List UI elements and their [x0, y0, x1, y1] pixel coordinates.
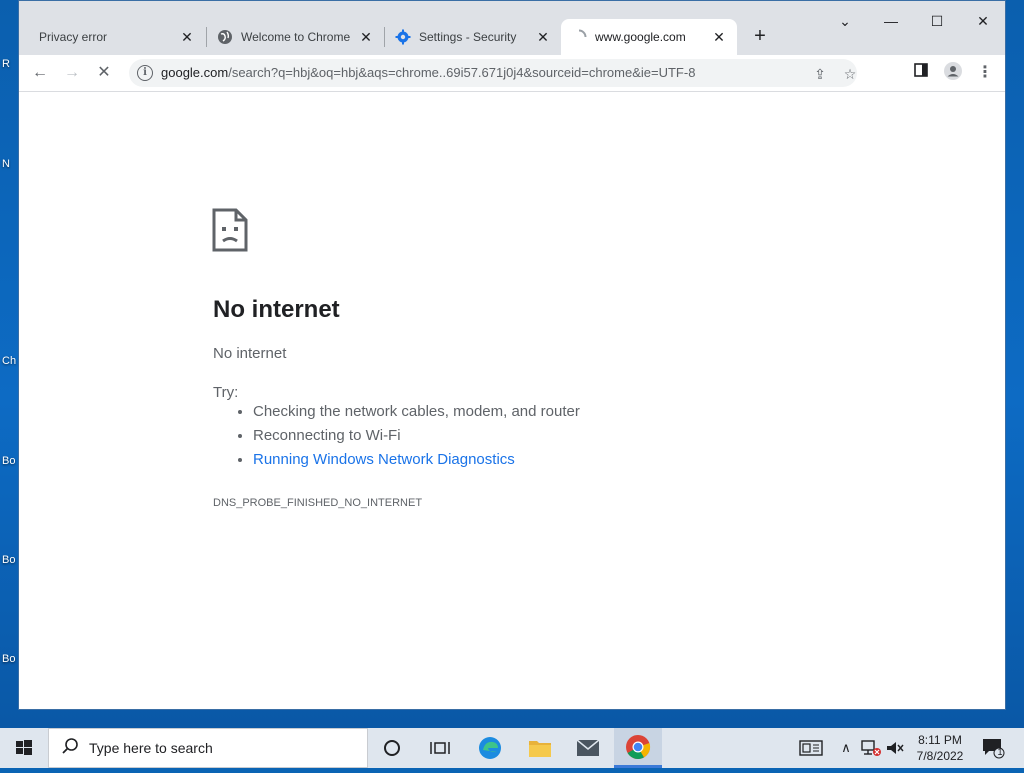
sad-document-icon	[212, 208, 248, 257]
tab-title: Privacy error	[39, 30, 108, 44]
address-bar[interactable]: i google.com/search?q=hbj&oq=hbj&aqs=chr…	[129, 59, 857, 87]
browser-toolbar: ← → ✕ i google.com/search?q=hbj&oq=hbj&a…	[19, 55, 1005, 92]
new-tab-button[interactable]: +	[750, 26, 770, 46]
try-label: Try:	[213, 384, 239, 401]
suggestion-list: Checking the network cables, modem, and …	[213, 400, 580, 472]
close-window-icon[interactable]: ✕	[968, 13, 998, 37]
share-icon[interactable]: ⇪	[811, 65, 829, 83]
error-subtitle: No internet	[213, 345, 287, 362]
windows-start-icon[interactable]	[0, 728, 48, 768]
network-disconnected-icon[interactable]	[858, 728, 884, 768]
forward-arrow-icon[interactable]: →	[60, 61, 84, 85]
chrome-globe-icon	[217, 29, 233, 45]
desktop-icon-label[interactable]: R	[2, 58, 10, 70]
notification-count-badge: 1	[997, 747, 1003, 757]
url-host: google.com	[161, 65, 229, 80]
taskbar-clock[interactable]: 8:11 PM 7/8/2022	[910, 732, 970, 764]
menu-kebab-icon[interactable]: ⋮	[973, 61, 997, 85]
taskbar-search[interactable]: Type here to search	[48, 728, 368, 768]
clock-date: 7/8/2022	[916, 749, 964, 763]
tab-title: Welcome to Chrome	[241, 30, 351, 44]
desktop-icon-label[interactable]: Bo	[2, 554, 15, 566]
close-icon[interactable]: ✕	[358, 29, 374, 45]
back-arrow-icon[interactable]: ←	[28, 61, 52, 85]
tab-title: Settings - Security	[419, 30, 517, 44]
side-panel-icon[interactable]	[909, 61, 933, 85]
bookmark-star-icon[interactable]: ☆	[841, 65, 859, 83]
profile-avatar-icon[interactable]	[941, 61, 965, 85]
tab-privacy-error[interactable]: Privacy error ✕	[19, 19, 205, 55]
tab-search-icon[interactable]: ⌄	[830, 13, 860, 37]
url-text[interactable]: google.com/search?q=hbj&oq=hbj&aqs=chrom…	[161, 65, 695, 80]
volume-muted-icon[interactable]	[884, 728, 906, 768]
maximize-icon[interactable]: ☐	[922, 13, 952, 37]
error-code: DNS_PROBE_FINISHED_NO_INTERNET	[213, 497, 423, 509]
clock-time: 8:11 PM	[918, 733, 962, 747]
chrome-window: Privacy error ✕ Welcome to Chrome ✕ Sett…	[18, 0, 1006, 710]
taskbar: Type here to search ∧ 8:11 PM 7/8/2022 1	[0, 728, 1024, 768]
desktop-icon-label[interactable]: Ch	[2, 355, 16, 367]
tab-strip: Privacy error ✕ Welcome to Chrome ✕ Sett…	[19, 1, 1005, 55]
close-icon[interactable]: ✕	[179, 29, 195, 45]
close-icon[interactable]: ✕	[535, 29, 551, 45]
site-info-icon[interactable]: i	[137, 65, 153, 81]
error-page: No internet No internet Try: Checking th…	[19, 92, 1005, 709]
tab-welcome-to-chrome[interactable]: Welcome to Chrome ✕	[207, 19, 384, 55]
file-explorer-icon[interactable]	[516, 728, 564, 768]
action-center-icon[interactable]: 1	[976, 728, 1010, 768]
tab-title: www.google.com	[595, 30, 686, 44]
cortana-icon[interactable]	[368, 728, 416, 768]
desktop-icon-label[interactable]: Bo	[2, 455, 15, 467]
list-item: Running Windows Network Diagnostics	[253, 448, 580, 472]
list-item: Checking the network cables, modem, and …	[253, 400, 580, 424]
list-item: Reconnecting to Wi-Fi	[253, 424, 580, 448]
loading-spinner-icon	[571, 29, 587, 45]
close-icon[interactable]: ✕	[711, 29, 727, 45]
tab-settings-security[interactable]: Settings - Security ✕	[385, 19, 561, 55]
url-path: /search?q=hbj&oq=hbj&aqs=chrome..69i57.6…	[228, 65, 696, 80]
gear-icon	[395, 29, 411, 45]
search-icon	[61, 737, 79, 760]
task-view-icon[interactable]	[416, 728, 464, 768]
edge-icon[interactable]	[466, 728, 514, 768]
keyboard-layout-icon[interactable]	[796, 728, 826, 768]
stop-loading-icon[interactable]: ✕	[92, 61, 116, 85]
minimize-icon[interactable]: —	[876, 13, 906, 37]
search-placeholder: Type here to search	[89, 740, 213, 756]
show-hidden-icons-chevron-icon[interactable]: ∧	[836, 728, 856, 768]
tab-google-active[interactable]: www.google.com ✕	[561, 19, 737, 55]
desktop-icon-label[interactable]: N	[2, 158, 10, 170]
chrome-taskbar-icon[interactable]	[614, 728, 662, 768]
mail-icon[interactable]	[564, 728, 612, 768]
error-title: No internet	[213, 296, 340, 323]
desktop-icon-label[interactable]: Bo	[2, 653, 15, 665]
network-diagnostics-link[interactable]: Running Windows Network Diagnostics	[253, 451, 515, 468]
